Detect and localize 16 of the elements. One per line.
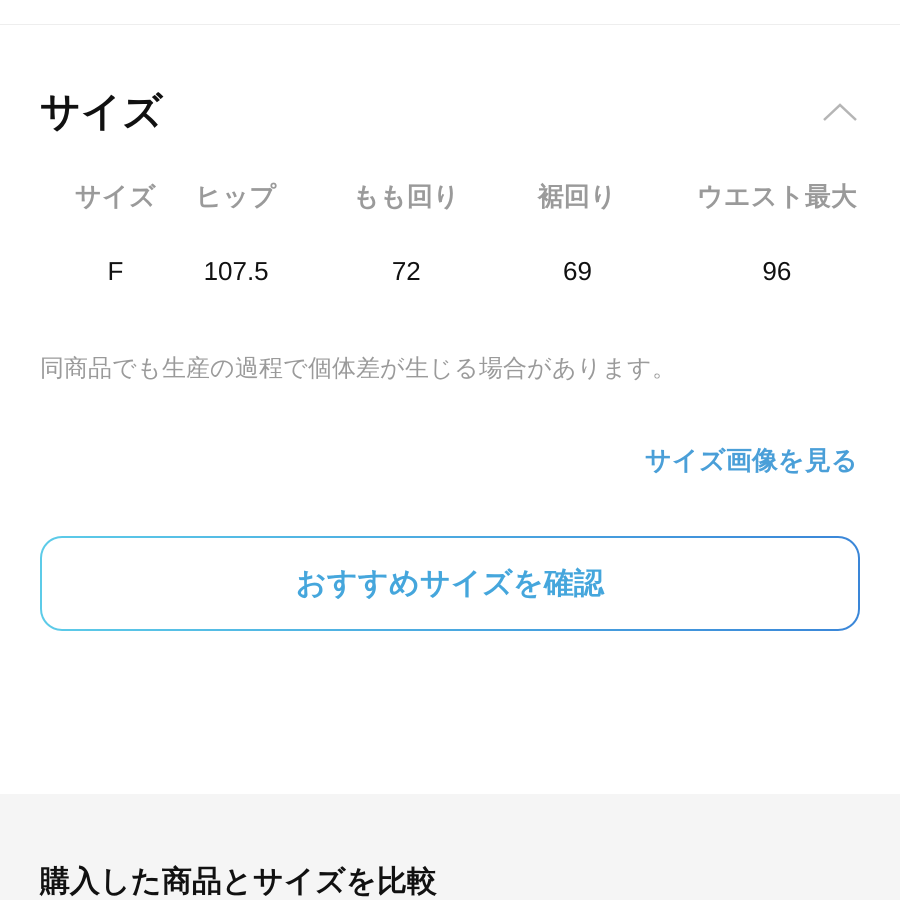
column-header: ヒップ xyxy=(196,180,277,213)
table-cell-text: F xyxy=(107,254,124,288)
column-header: ウエスト最大 xyxy=(696,180,857,213)
table-cell-text: 72 xyxy=(392,254,421,288)
note-text: 同商品でも生産の過程で個体差が生じる場合があります。 xyxy=(40,354,677,384)
section-title: サイズ xyxy=(40,88,163,136)
chevron-up-icon[interactable] xyxy=(822,102,858,122)
section-title: 購入した商品とサイズを比較 xyxy=(40,865,437,898)
column-header: もも回り xyxy=(352,180,460,213)
column-header: 裾回り xyxy=(538,180,617,213)
table-cell-text: 69 xyxy=(563,254,592,288)
column-header: サイズ xyxy=(74,180,156,213)
size-image-link[interactable]: サイズ画像を見る xyxy=(645,440,858,480)
recommended-size-button[interactable]: おすすめサイズを確認 xyxy=(40,536,860,631)
table-cell-text: 107.5 xyxy=(204,254,269,288)
table-cell-text: 96 xyxy=(762,254,792,288)
